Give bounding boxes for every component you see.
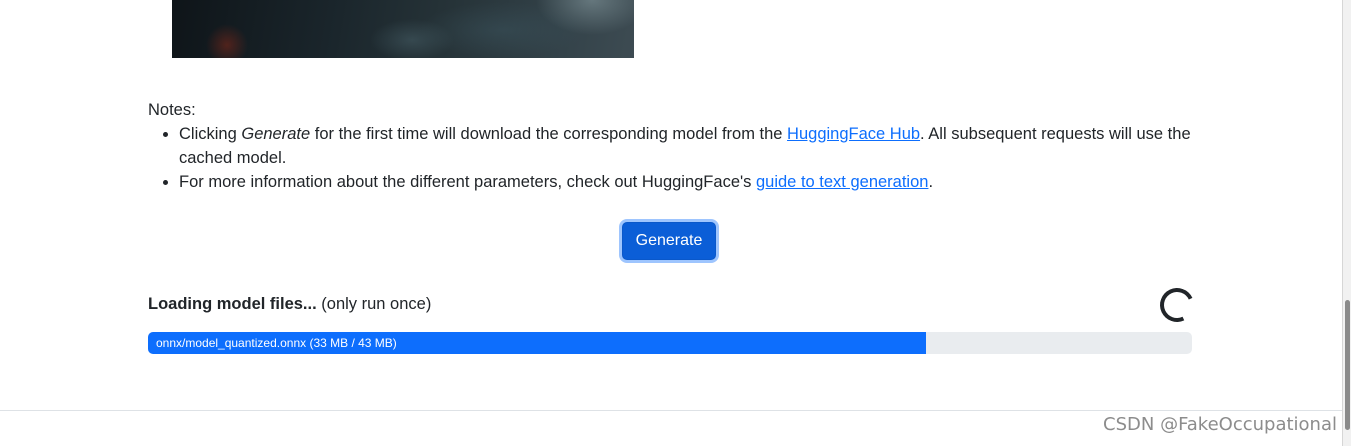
loading-subtitle: (only run once) xyxy=(316,295,432,313)
note-text: . xyxy=(928,173,934,191)
note-text: for the first time will download the cor… xyxy=(310,125,788,143)
vertical-scrollbar[interactable] xyxy=(1342,0,1351,446)
notes-section: Notes: Clicking Generate for the first t… xyxy=(148,98,1198,194)
text-generation-guide-link[interactable]: guide to text generation xyxy=(756,173,928,191)
footer-divider xyxy=(0,410,1342,411)
download-progress-bar: onnx/model_quantized.onnx (33 MB / 43 MB… xyxy=(148,332,927,354)
note-emphasis: Generate xyxy=(241,125,311,143)
scrollbar-thumb[interactable] xyxy=(1345,300,1350,430)
notes-list: Clicking Generate for the first time wil… xyxy=(148,122,1198,194)
huggingface-hub-link[interactable]: HuggingFace Hub xyxy=(787,125,920,143)
generate-button-focus-ring: Generate xyxy=(619,219,719,263)
watermark: CSDN @FakeOccupational xyxy=(1103,414,1337,435)
note-item: Clicking Generate for the first time wil… xyxy=(179,122,1198,170)
download-progress: onnx/model_quantized.onnx (33 MB / 43 MB… xyxy=(148,332,1192,354)
notes-title: Notes: xyxy=(148,101,196,119)
page: Notes: Clicking Generate for the first t… xyxy=(0,0,1342,446)
image-preview xyxy=(172,0,634,58)
note-item: For more information about the different… xyxy=(179,170,1198,194)
loading-spinner-icon xyxy=(1155,283,1199,327)
note-text: For more information about the different… xyxy=(179,173,756,191)
loading-status: Loading model files... (only run once) xyxy=(148,292,431,316)
loading-title: Loading model files... xyxy=(148,295,317,313)
note-text: Clicking xyxy=(179,125,242,143)
generate-button[interactable]: Generate xyxy=(622,222,716,260)
